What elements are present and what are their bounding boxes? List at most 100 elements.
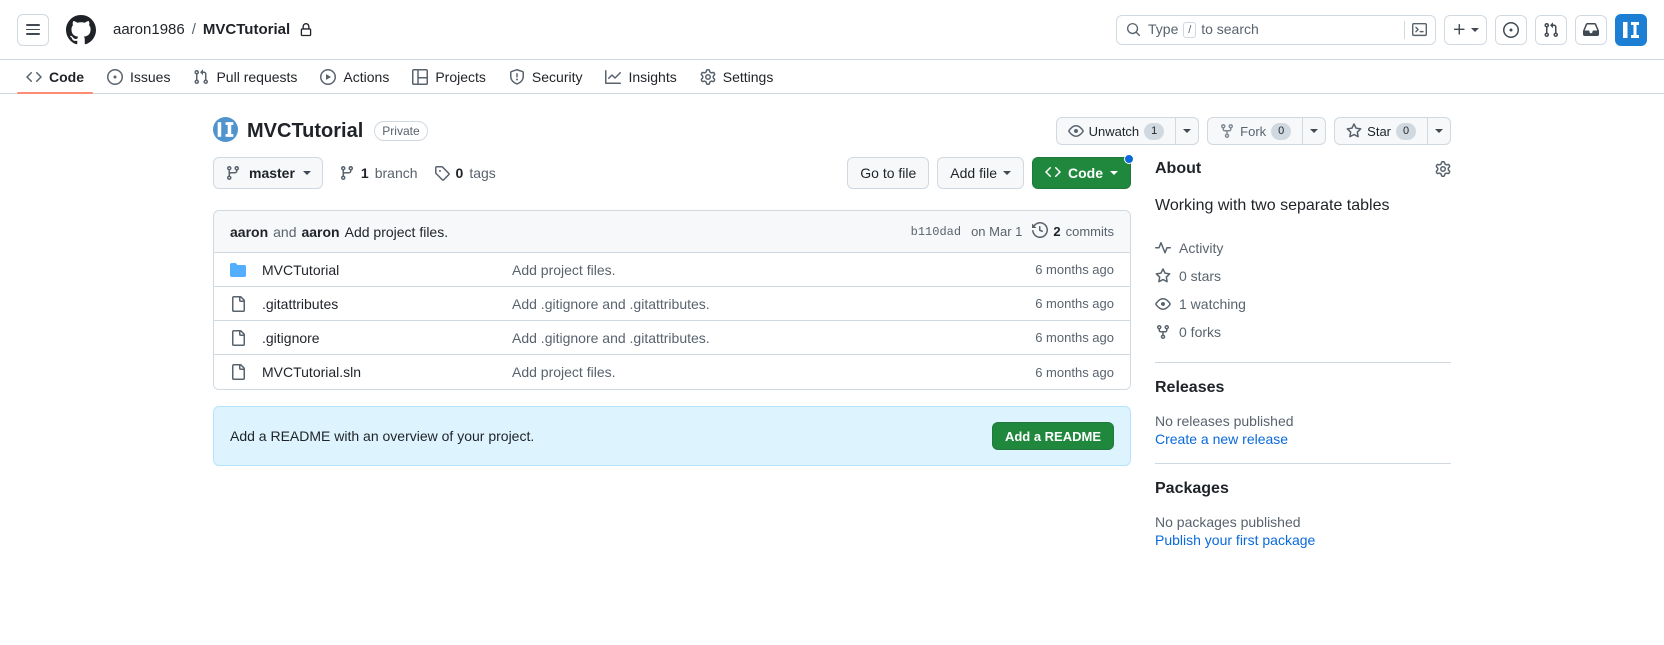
star-button[interactable]: Star 0: [1334, 117, 1427, 145]
chevron-down-icon: [302, 171, 311, 175]
go-to-file-button[interactable]: Go to file: [847, 157, 930, 189]
avatar-image: [1619, 17, 1643, 42]
file-name[interactable]: MVCTutorial.sln: [262, 364, 512, 380]
file-commit-message[interactable]: Add .gitignore and .gitattributes.: [512, 296, 1035, 312]
repo-forked-icon: [1219, 123, 1235, 139]
status-badge: Private: [374, 121, 428, 141]
divider: [1155, 463, 1451, 464]
commit-author-primary[interactable]: aaron: [230, 224, 268, 240]
activity-link[interactable]: Activity: [1155, 234, 1451, 262]
watching-label: 1 watching: [1179, 296, 1246, 312]
file-age: 6 months ago: [1035, 364, 1114, 380]
page-title: MVCTutorial Private: [213, 117, 428, 145]
command-palette-icon[interactable]: [1404, 20, 1427, 39]
search-placeholder: Type / to search: [1148, 21, 1259, 38]
file-commit-message[interactable]: Add project files.: [512, 262, 1035, 278]
create-release-link[interactable]: Create a new release: [1155, 431, 1288, 447]
commit-meta: b110dad on Mar 1 2 commits: [911, 221, 1114, 241]
search-input[interactable]: Type / to search: [1116, 14, 1436, 45]
add-readme-button[interactable]: Add a README: [991, 422, 1114, 450]
tab-security[interactable]: Security: [500, 60, 592, 93]
watch-count: 1: [1144, 122, 1165, 140]
commit-message[interactable]: Add project files.: [345, 224, 449, 240]
chevron-down-icon: [1003, 171, 1011, 175]
table-row[interactable]: MVCTutorial Add project files. 6 months …: [214, 253, 1130, 287]
readme-prompt-action: Add a README: [991, 422, 1114, 450]
tab-label: Settings: [722, 68, 774, 85]
chevron-down-icon: [1310, 129, 1319, 133]
table-row[interactable]: .gitignore Add .gitignore and .gitattrib…: [214, 321, 1130, 355]
commit-sha[interactable]: b110dad: [911, 225, 961, 239]
file-age: 6 months ago: [1035, 330, 1114, 345]
main-column: master 1 branch 0 tags Go to file Add fi…: [213, 152, 1134, 466]
chevron-down-icon: [1435, 129, 1443, 133]
fork-button[interactable]: Fork 0: [1207, 117, 1303, 145]
tab-pull-requests[interactable]: Pull requests: [184, 60, 306, 93]
gear-icon[interactable]: [1435, 161, 1451, 177]
branches-count: 1: [360, 165, 369, 181]
github-logo-icon[interactable]: [66, 14, 96, 45]
inbox-icon: [1583, 22, 1599, 36]
pull-requests-button[interactable]: [1535, 14, 1567, 45]
table-row[interactable]: MVCTutorial.sln Add project files. 6 mon…: [214, 355, 1130, 389]
eye-icon: [1067, 123, 1084, 139]
releases-empty-text: No releases published: [1155, 413, 1294, 429]
repo-actions: Unwatch 1 Fork 0 Star 0: [1055, 117, 1647, 145]
tab-settings[interactable]: Settings: [691, 60, 783, 93]
watch-dropdown-button[interactable]: [1175, 117, 1200, 145]
stars-link[interactable]: 0 stars: [1155, 262, 1451, 290]
packages-section: Packages No packages published Publish y…: [1155, 480, 1451, 548]
file-commit-message[interactable]: Add project files.: [512, 364, 1035, 380]
tab-issues[interactable]: Issues: [98, 60, 179, 93]
breadcrumb-repo[interactable]: MVCTutorial: [203, 21, 290, 38]
watch-button-group: Unwatch 1: [1055, 117, 1200, 145]
tags-count-link[interactable]: 0 tags: [434, 165, 496, 181]
add-file-button[interactable]: Add file: [937, 157, 1024, 189]
tab-label: Actions: [343, 68, 390, 85]
fork-dropdown-button[interactable]: [1302, 117, 1327, 145]
tab-code[interactable]: Code: [17, 60, 93, 94]
star-dropdown-button[interactable]: [1427, 117, 1451, 145]
issue-opened-icon: [107, 68, 123, 85]
about-description: Working with two separate tables: [1155, 197, 1390, 214]
file-name[interactable]: MVCTutorial: [262, 262, 512, 278]
file-commit-message[interactable]: Add .gitignore and .gitattributes.: [512, 330, 1035, 346]
tab-projects[interactable]: Projects: [403, 60, 495, 93]
file-name[interactable]: .gitattributes: [262, 296, 512, 312]
commits-count-link[interactable]: 2 commits: [1032, 221, 1114, 241]
table-row[interactable]: .gitattributes Add .gitignore and .gitat…: [214, 287, 1130, 321]
user-avatar[interactable]: [1615, 13, 1647, 46]
commit-author-secondary[interactable]: aaron: [301, 224, 339, 240]
tab-insights[interactable]: Insights: [596, 60, 685, 93]
file-name[interactable]: .gitignore: [262, 330, 512, 346]
branch-selector-button[interactable]: master: [213, 157, 323, 189]
git-branch-icon: [225, 165, 241, 181]
commit-conjunction: and: [273, 223, 297, 240]
pulse-icon: [1155, 240, 1171, 256]
breadcrumb-separator: /: [191, 21, 196, 38]
repo-name[interactable]: MVCTutorial: [247, 120, 363, 143]
repository-header: MVCTutorial Private Unwatch 1 Fork 0 Sta…: [17, 110, 1647, 152]
tab-actions[interactable]: Actions: [311, 60, 398, 93]
plus-icon: [1453, 23, 1465, 35]
menu-hamburger-button[interactable]: [17, 13, 49, 46]
file-icon: [230, 329, 246, 346]
branches-count-link[interactable]: 1 branch: [339, 165, 418, 181]
forks-link[interactable]: 0 forks: [1155, 318, 1451, 346]
star-icon: [1155, 268, 1171, 284]
hamburger-bar: [26, 28, 40, 31]
unwatch-button[interactable]: Unwatch 1: [1055, 117, 1176, 145]
file-icon: [230, 295, 246, 312]
publish-package-link[interactable]: Publish your first package: [1155, 532, 1315, 548]
git-pull-request-icon: [1544, 22, 1559, 37]
issues-button[interactable]: [1495, 14, 1527, 45]
repo-forked-icon: [1155, 324, 1171, 340]
tags-label: tags: [469, 165, 496, 181]
notifications-inbox-button[interactable]: [1575, 14, 1607, 45]
breadcrumb-owner[interactable]: aaron1986: [113, 21, 185, 38]
watching-link[interactable]: 1 watching: [1155, 290, 1451, 318]
file-age: 6 months ago: [1035, 296, 1114, 311]
code-icon: [1045, 164, 1061, 183]
create-new-button[interactable]: [1444, 14, 1487, 45]
code-button[interactable]: Code: [1032, 154, 1134, 189]
